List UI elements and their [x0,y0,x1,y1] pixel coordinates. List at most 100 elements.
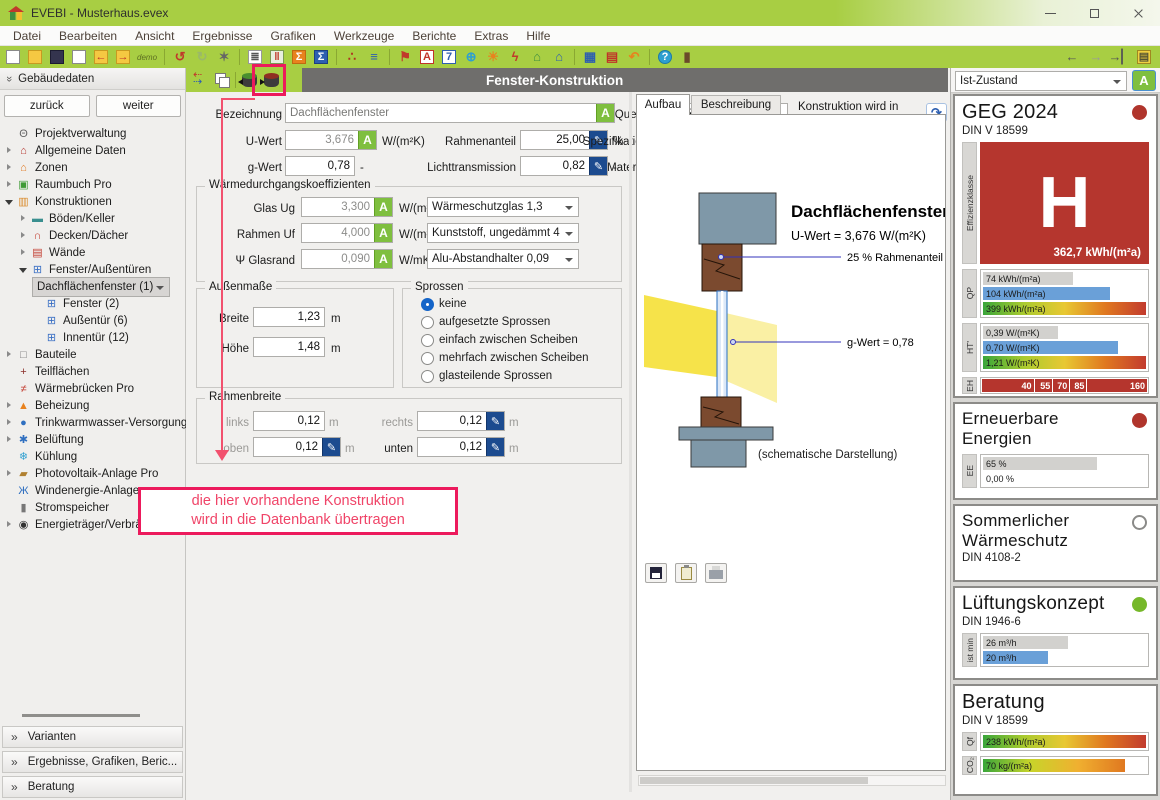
menu-item-extras[interactable]: Extras [465,26,517,46]
transfer-icon[interactable] [191,71,209,89]
lightning-icon[interactable]: ϟ [505,47,525,67]
expander-icon[interactable] [4,145,15,156]
expander-icon[interactable] [4,417,15,428]
next-button[interactable]: weiter [96,95,182,117]
radio-icon[interactable] [421,316,434,329]
sidebar-scrollbar[interactable] [22,714,140,717]
auto-mode-button[interactable]: A [1132,70,1156,91]
tree-item-raumbuch-pro[interactable]: ▣Raumbuch Pro [0,176,184,193]
glas-ug-select[interactable]: Wärmeschutzglas 1,3 [427,197,579,217]
tree-item-dachflächenfenster-1[interactable]: ⊞Dachflächenfenster (1) [0,278,184,295]
menu-item-werkzeuge[interactable]: Werkzeuge [325,26,403,46]
menu-item-datei[interactable]: Datei [4,26,50,46]
tree-item-trinkwarmwasser-versorgung[interactable]: ●Trinkwarmwasser-Versorgung [0,414,184,431]
copy-icon[interactable] [69,47,89,67]
nav-forward-icon[interactable]: → [1086,47,1106,67]
u-wert-input[interactable]: 3,676 A [285,130,377,150]
tab-beschreibung[interactable]: Beschreibung [691,95,781,115]
number-icon[interactable]: 7 [439,47,459,67]
door-icon[interactable]: ▮ [677,47,697,67]
undo-icon[interactable]: ↺ [170,47,190,67]
minimize-button[interactable] [1028,0,1072,26]
bezeichnung-input[interactable]: Dachflächenfenster A [285,103,615,123]
demo-stamp-icon[interactable]: demo [135,47,159,67]
menu-item-berichte[interactable]: Berichte [403,26,465,46]
edit-pencil-badge[interactable] [486,438,504,456]
preview-hscrollbar[interactable] [638,775,946,786]
edit-pencil-badge[interactable] [486,412,504,430]
sun-icon[interactable]: ☀ [483,47,503,67]
tree-item-fenster-2[interactable]: ⊞Fenster (2) [0,295,184,312]
radio-icon[interactable] [421,334,434,347]
auto-badge[interactable]: A [358,131,376,149]
tree-item-konstruktionen[interactable]: ▥Konstruktionen [0,193,184,210]
org-chart-icon[interactable]: ∴ [342,47,362,67]
nav-back-icon[interactable]: ← [1062,47,1082,67]
g-wert-input[interactable]: 0,78 [285,156,355,176]
close-button[interactable] [1116,0,1160,26]
expander-icon[interactable] [4,196,15,207]
redo-icon[interactable]: ↻ [192,47,212,67]
tree-item-wärmebrücken-pro[interactable]: ≠Wärmebrücken Pro [0,380,184,397]
help-icon[interactable]: ? [655,47,675,67]
tree-item-böden-keller[interactable]: ▬Böden/Keller [0,210,184,227]
save-icon[interactable] [47,47,67,67]
panel-splitter[interactable] [629,92,632,792]
sprossen-option-mehrfach-zwischen-scheiben[interactable]: mehrfach zwischen Scheiben [403,349,621,367]
tree-item-kühlung[interactable]: ❄Kühlung [0,448,184,465]
back-button[interactable]: zurück [4,95,90,117]
tree-item-allgemeine-daten[interactable]: ⌂Allgemeine Daten [0,142,184,159]
unten-input[interactable]: 0,12 [417,437,505,457]
tree-item-bauteile[interactable]: □Bauteile [0,346,184,363]
sidebar-header[interactable]: Gebäudedaten [0,68,185,90]
menu-item-ergebnisse[interactable]: Ergebnisse [183,26,261,46]
globe-icon[interactable]: ⊕ [461,47,481,67]
maximize-button[interactable] [1072,0,1116,26]
expander-icon[interactable] [18,264,29,275]
sidebar-bar-ergebnisse-grafiken-beric[interactable]: Ergebnisse, Grafiken, Beric... [2,751,183,773]
sprossen-option-keine[interactable]: keine [403,295,621,313]
auto-badge[interactable]: A [374,224,392,242]
magic-wand-icon[interactable]: ✶ [214,47,234,67]
sidebar-bar-varianten[interactable]: Varianten [2,726,183,748]
expander-icon[interactable] [4,179,15,190]
print-image-button[interactable] [705,563,727,583]
tree-item-teilflächen[interactable]: +Teilflächen [0,363,184,380]
sprossen-option-glasteilende-sprossen[interactable]: glasteilende Sprossen [403,367,621,385]
expander-icon[interactable] [4,400,15,411]
curve-icon[interactable]: ↶ [624,47,644,67]
hoehe-input[interactable]: 1,48 [253,337,325,357]
duplicate-construction-icon[interactable] [213,71,231,89]
import-folder-icon[interactable]: ← [91,47,111,67]
edit-pencil-badge[interactable] [322,438,340,456]
auto-badge[interactable]: A [374,250,392,268]
menu-item-hilfe[interactable]: Hilfe [517,26,559,46]
glas-ug-input[interactable]: 3,300 A [301,197,393,217]
doc-error-icon[interactable]: ▤ [602,47,622,67]
list-details-icon[interactable]: ≡ [364,47,384,67]
nav-goto-icon[interactable]: →▏ [1110,47,1130,67]
expander-icon[interactable] [4,519,15,530]
oben-input[interactable]: 0,12 [253,437,341,457]
rahmen-uf-select[interactable]: Kunststoff, ungedämmt 4 [427,223,579,243]
tools-icon[interactable]: ⚑ [395,47,415,67]
expander-icon[interactable] [4,162,15,173]
tab-aufbau[interactable]: Aufbau [636,94,690,115]
rechts-input[interactable]: 0,12 [417,411,505,431]
menu-item-ansicht[interactable]: Ansicht [126,26,183,46]
expander-icon[interactable] [18,247,29,258]
tree-item-fenster-außentüren[interactable]: ⊞Fenster/Außentüren [0,261,184,278]
tree-item-wände[interactable]: ▤Wände [0,244,184,261]
radio-icon[interactable] [421,352,434,365]
menu-item-bearbeiten[interactable]: Bearbeiten [50,26,126,46]
sum-orange-icon[interactable]: Σ [289,47,309,67]
sidebar-bar-beratung[interactable]: Beratung [2,776,183,798]
new-file-icon[interactable] [3,47,23,67]
glasrand-input[interactable]: 0,090 A [301,249,393,269]
menu-item-grafiken[interactable]: Grafiken [261,26,324,46]
copy-image-button[interactable] [675,563,697,583]
breite-input[interactable]: 1,23 [253,307,325,327]
scrollbar-thumb[interactable] [640,777,868,784]
save-image-button[interactable] [645,563,667,583]
export-folder-icon[interactable]: → [113,47,133,67]
